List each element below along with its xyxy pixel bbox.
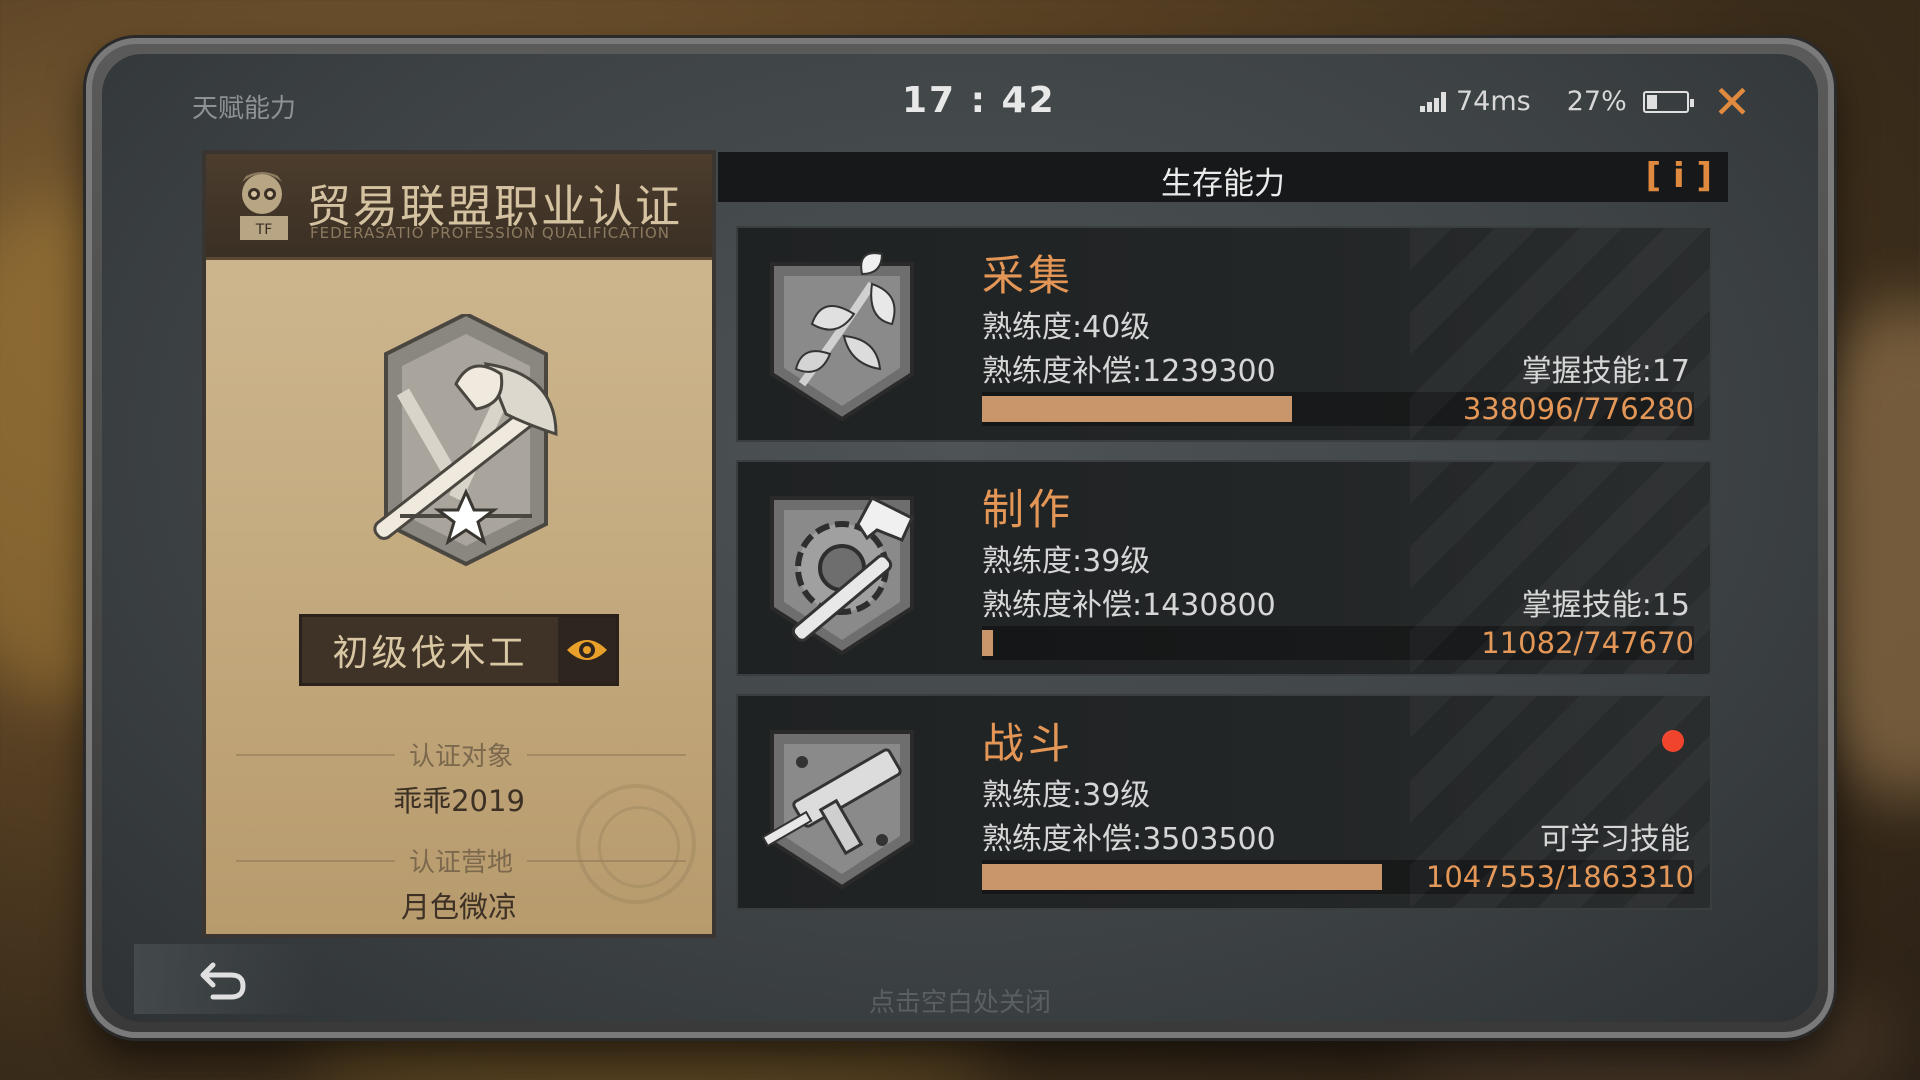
axe-badge-icon: [373, 314, 558, 567]
learnable-skills-label: 可学习技能: [1540, 822, 1690, 857]
skill-progress-bar: 11082/747670: [982, 626, 1694, 660]
eye-icon: [567, 640, 607, 660]
hammer-gear-shield-icon: [770, 496, 914, 656]
skill-progress-text: 1047553/1863310: [1425, 860, 1694, 894]
top-bar: 天赋能力 17 : 42 74ms 27% ✕: [102, 54, 1818, 134]
info-button[interactable]: [ i ]: [1646, 156, 1712, 196]
certificate-subtitle: FEDERASATIO PROFESSION QUALIFICATION: [310, 224, 670, 242]
screen-title: 天赋能力: [192, 94, 297, 124]
new-skill-alert-dot: [1662, 730, 1684, 752]
svg-text:TF: TF: [255, 222, 273, 238]
panel-title: 生存能力: [1161, 166, 1285, 202]
skill-name: 制作: [982, 485, 1075, 534]
leaf-shield-icon: [770, 252, 914, 422]
skill-mastered: 掌握技能:15: [1521, 588, 1690, 623]
status-indicators: 74ms 27%: [1420, 86, 1694, 117]
seal-stamp: [576, 784, 696, 904]
skill-progress-fill: [982, 864, 1383, 890]
battery-text: 27%: [1566, 86, 1627, 117]
skill-progress-text: 11082/747670: [1481, 626, 1694, 660]
skill-progress-fill: [982, 396, 1293, 422]
certificate-header: TF 贸易联盟职业认证 FEDERASATIO PROFESSION QUALI…: [206, 154, 712, 260]
mascot-logo-icon: TF: [240, 172, 288, 240]
skill-card-combat[interactable]: 战斗 熟练度:39级 熟练度补偿:3503500 可学习技能 1047553/1…: [736, 694, 1712, 910]
skill-card-crafting[interactable]: 制作 熟练度:39级 熟练度补偿:1430800 掌握技能:15 11082/7…: [736, 460, 1712, 676]
skill-progress-bar: 338096/776280: [982, 392, 1694, 426]
role-box: 初级伐木工: [299, 614, 619, 686]
skill-level: 熟练度:40级: [982, 310, 1151, 345]
device-frame: 天赋能力 17 : 42 74ms 27% ✕ TF 贸易联盟职业认证 FEDE…: [86, 38, 1834, 1038]
view-button[interactable]: [558, 617, 616, 683]
close-hint: 点击空白处关闭: [868, 988, 1051, 1018]
skill-compensation: 熟练度补偿:3503500: [982, 822, 1276, 857]
skill-card-gathering[interactable]: 采集 熟练度:40级 熟练度补偿:1239300 掌握技能:17 338096/…: [736, 226, 1712, 442]
gun-shield-icon: [762, 730, 914, 890]
skill-compensation: 熟练度补偿:1430800: [982, 588, 1276, 623]
certificate-card: TF 贸易联盟职业认证 FEDERASATIO PROFESSION QUALI…: [202, 150, 716, 938]
clock: 17 : 42: [902, 80, 1056, 121]
skill-level: 熟练度:39级: [982, 544, 1151, 579]
skill-progress-bar: 1047553/1863310: [982, 860, 1694, 894]
skill-compensation: 熟练度补偿:1239300: [982, 354, 1276, 389]
subject-label: 认证对象: [409, 742, 514, 772]
signal-icon: [1420, 91, 1446, 112]
camp-label: 认证营地: [409, 848, 514, 878]
close-button[interactable]: ✕: [1702, 72, 1762, 132]
skill-level: 熟练度:39级: [982, 778, 1151, 813]
skill-progress-fill: [982, 630, 993, 656]
skill-progress-text: 338096/776280: [1462, 392, 1694, 426]
skill-name: 战斗: [982, 719, 1075, 768]
subject-label-row: 认证对象: [236, 736, 687, 773]
ping-text: 74ms: [1456, 86, 1531, 117]
battery-fill: [1646, 94, 1657, 109]
battery-icon: [1642, 90, 1694, 113]
panel-header: 生存能力 [ i ]: [718, 152, 1728, 202]
skill-name: 采集: [982, 251, 1075, 300]
skill-mastered: 掌握技能:17: [1521, 354, 1690, 389]
role-name: 初级伐木工: [332, 633, 528, 674]
talent-screen[interactable]: 天赋能力 17 : 42 74ms 27% ✕ TF 贸易联盟职业认证 FEDE…: [102, 54, 1818, 1022]
